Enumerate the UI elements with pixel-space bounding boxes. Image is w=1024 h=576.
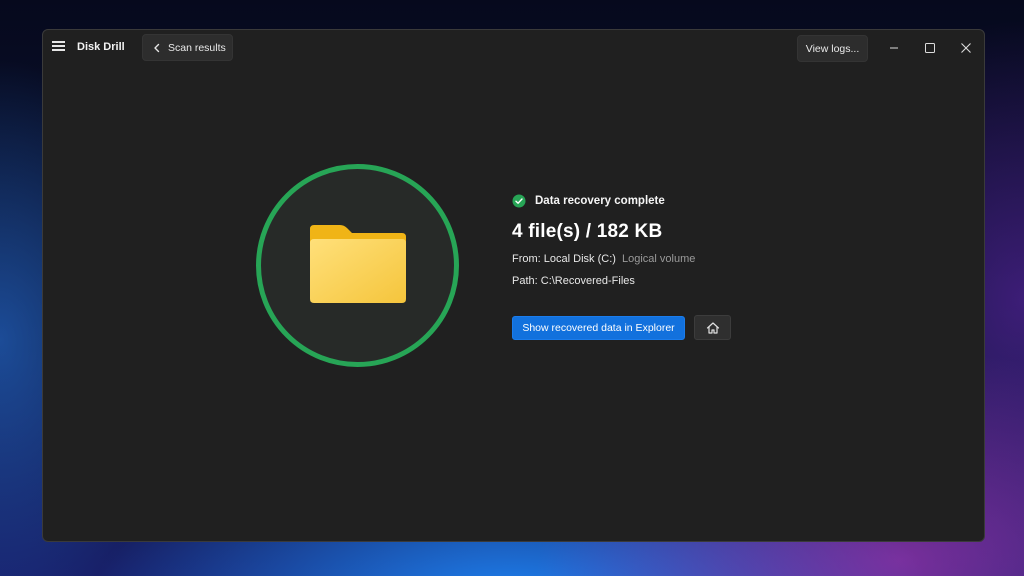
status-text: Data recovery complete	[535, 195, 665, 207]
status-row: Data recovery complete	[512, 193, 872, 209]
close-icon	[961, 43, 971, 53]
path-value: C:\Recovered-Files	[540, 275, 635, 287]
from-label: From:	[512, 253, 541, 265]
home-button[interactable]	[694, 315, 731, 340]
folder-icon	[310, 225, 406, 303]
title-bar: Disk Drill Scan results View logs...	[43, 30, 984, 66]
source-line: From: Local Disk (C:) Logical volume	[512, 253, 872, 267]
recovered-size: 4 file(s) / 182 KB	[512, 221, 663, 242]
home-icon	[706, 321, 719, 334]
recovery-summary: Data recovery complete 4 file(s) / 182 K…	[512, 193, 872, 289]
show-in-explorer-button[interactable]: Show recovered data in Explorer	[512, 315, 685, 340]
app-title: Disk Drill	[77, 41, 125, 53]
result-actions: Show recovered data in Explorer	[512, 315, 731, 340]
close-button[interactable]	[953, 36, 979, 60]
scan-results-back-button[interactable]: Scan results	[142, 34, 233, 61]
back-button-label: Scan results	[168, 41, 226, 54]
path-label: Path:	[512, 275, 538, 287]
maximize-button[interactable]	[917, 36, 943, 60]
from-value: Local Disk (C:)	[543, 253, 616, 265]
minimize-button[interactable]	[881, 36, 907, 60]
hamburger-icon[interactable]	[52, 40, 66, 52]
recovery-complete-circle	[256, 164, 459, 367]
minimize-icon	[890, 47, 898, 49]
maximize-icon	[925, 43, 935, 53]
app-window: Disk Drill Scan results View logs... Dat…	[42, 29, 985, 542]
path-line: Path: C:\Recovered-Files	[512, 275, 872, 289]
chevron-left-icon	[154, 43, 160, 52]
view-logs-button[interactable]: View logs...	[797, 35, 868, 62]
check-circle-icon	[512, 194, 526, 208]
from-type: Logical volume	[621, 253, 696, 265]
